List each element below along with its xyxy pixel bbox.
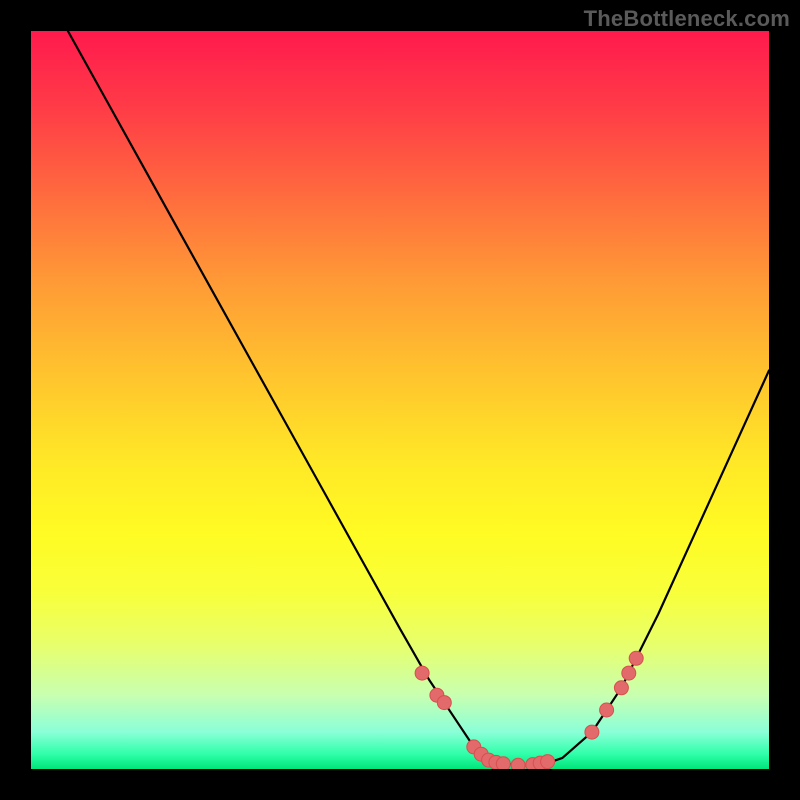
data-point (415, 666, 429, 680)
data-point (585, 725, 599, 739)
curve-layer (31, 31, 769, 769)
data-point (614, 681, 628, 695)
chart-frame: TheBottleneck.com (0, 0, 800, 800)
data-point (600, 703, 614, 717)
plot-area (31, 31, 769, 769)
data-point (511, 758, 525, 769)
data-point (437, 696, 451, 710)
data-point (541, 755, 555, 769)
data-point (496, 757, 510, 769)
watermark-text: TheBottleneck.com (584, 6, 790, 32)
bottleneck-curve (68, 31, 769, 765)
data-point (622, 666, 636, 680)
data-point (629, 651, 643, 665)
